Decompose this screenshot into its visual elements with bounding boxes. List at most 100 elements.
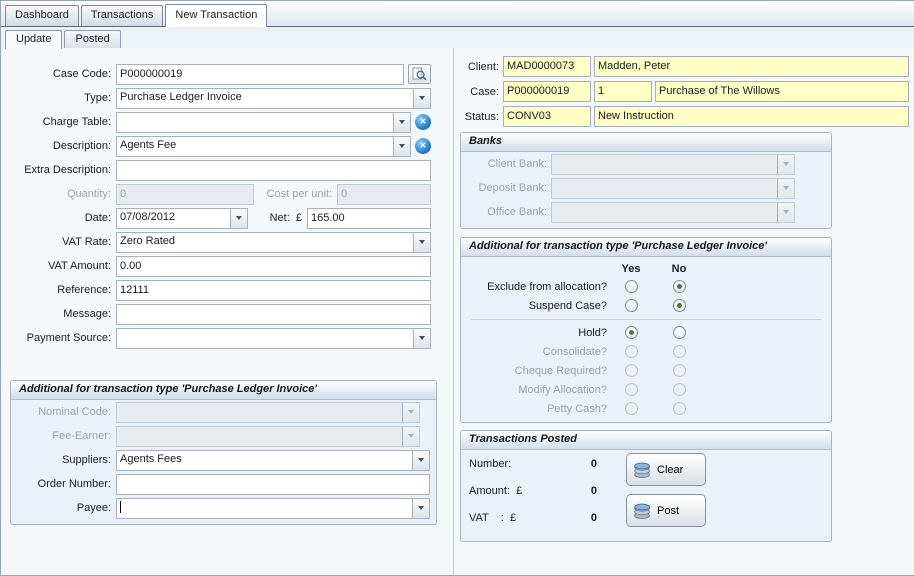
form-row-reference: Reference: <box>1 278 453 302</box>
message-input[interactable] <box>116 303 431 325</box>
payment-source-label: Payment Source: <box>26 332 111 344</box>
cost-per-unit-input <box>337 183 431 205</box>
deposit-bank-label: Deposit Bank: <box>478 182 547 194</box>
chevron-down-icon <box>402 402 419 422</box>
client-bank-row: Client Bank: <box>461 152 831 176</box>
net-input[interactable] <box>307 207 431 229</box>
clear-button[interactable]: Clear <box>626 453 706 486</box>
radio-no[interactable] <box>672 299 686 312</box>
yes-column-header: Yes <box>621 262 641 275</box>
form-row-description: Description: Agents Fee ✕ <box>1 134 453 158</box>
vat-rate-combo-value: Zero Rated <box>120 234 176 247</box>
tab-posted[interactable]: Posted <box>64 30 121 48</box>
status-code-field: CONV03 <box>503 106 591 127</box>
type-label: Type: <box>84 92 111 104</box>
status-info-row: Status: CONV03 New Instruction <box>457 104 912 129</box>
no-column-header: No <box>671 262 687 275</box>
vat-rate-combo[interactable]: Zero Rated <box>116 231 431 253</box>
radio-row-suspend-case: Suspend Case? <box>461 296 831 315</box>
chevron-down-icon[interactable] <box>413 88 430 108</box>
tab-new-transaction[interactable]: New Transaction <box>165 4 268 27</box>
payment-source-combo-value <box>117 329 413 348</box>
nominal-code-combo-value <box>117 403 402 422</box>
posted-vat-value: 0 <box>590 511 597 524</box>
radio-row-cheque-required: Cheque Required? <box>461 361 831 380</box>
payee-combo[interactable] <box>116 497 430 519</box>
posted-number-value: 0 <box>590 457 597 470</box>
chevron-down-icon <box>402 426 419 446</box>
payment-source-combo[interactable] <box>116 327 431 349</box>
case-code-label: Case Code: <box>52 68 111 80</box>
radio-row-label: Hold? <box>578 326 607 339</box>
posted-amount-value: 0 <box>590 484 597 497</box>
suppliers-combo[interactable]: Agents Fees <box>116 449 430 471</box>
date-combo[interactable]: 07/08/2012 <box>116 207 248 229</box>
post-button-label: Post <box>657 504 680 517</box>
radio-row-label: Cheque Required? <box>514 364 607 377</box>
case-code-input[interactable] <box>116 63 404 85</box>
radio-no <box>672 364 686 377</box>
chevron-down-icon <box>777 178 794 198</box>
chevron-down-icon[interactable] <box>393 136 410 156</box>
tab-transactions[interactable]: Transactions <box>80 5 164 26</box>
search-icon <box>412 67 427 81</box>
client-code-field: MAD0000073 <box>503 56 591 77</box>
charge-table-combo[interactable] <box>116 111 411 133</box>
tab-dashboard[interactable]: Dashboard <box>5 5 79 26</box>
date-label: Date: <box>84 212 111 224</box>
charge-table-clear-icon[interactable]: ✕ <box>415 114 431 130</box>
radio-row-label: Suspend Case? <box>528 299 607 312</box>
case-description-field: Purchase of The Willows <box>655 81 909 102</box>
radio-row-label: Exclude from allocation? <box>487 280 607 293</box>
net-label: Net: £ <box>269 212 302 224</box>
chevron-down-icon[interactable] <box>230 208 247 228</box>
charge-table-combo-value <box>117 113 393 132</box>
radio-yes <box>624 383 638 396</box>
deposit-bank-row: Deposit Bank: <box>461 176 831 200</box>
transaction-form-panel: Case Code: Type: Purchase Ledger Invoice <box>1 48 454 575</box>
description-label: Description: <box>52 140 111 152</box>
radio-no[interactable] <box>672 280 686 293</box>
vat-amount-input[interactable] <box>116 255 431 277</box>
radio-row-exclude-from-allocation: Exclude from allocation? <box>461 277 831 296</box>
extra-description-input[interactable] <box>116 159 431 181</box>
radio-yes[interactable] <box>624 299 638 312</box>
payee-combo-value <box>117 499 412 518</box>
suppliers-combo-value: Agents Fees <box>120 452 182 465</box>
case-label: Case: <box>470 85 499 98</box>
chevron-down-icon[interactable] <box>393 112 410 132</box>
additional-left-groupbox-title: Additional for transaction type 'Purchas… <box>11 381 436 400</box>
database-icon <box>634 462 650 478</box>
reference-input[interactable] <box>116 279 431 301</box>
message-label: Message: <box>63 308 111 320</box>
posted-vat-label: VAT : £ <box>469 511 517 524</box>
deposit-bank-combo-value <box>552 179 777 198</box>
posted-amount-label: Amount: £ <box>469 484 523 497</box>
case-code-lookup-button[interactable] <box>408 64 431 84</box>
radio-row-label: Petty Cash? <box>547 402 607 415</box>
description-clear-icon[interactable]: ✕ <box>415 138 431 154</box>
tab-update[interactable]: Update <box>5 30 63 49</box>
form-row-suppliers: Suppliers: Agents Fees <box>11 448 436 472</box>
deposit-bank-combo <box>551 177 795 199</box>
application-window: Dashboard Transactions New Transaction U… <box>0 0 914 576</box>
chevron-down-icon[interactable] <box>413 328 430 348</box>
radio-yes[interactable] <box>624 326 638 339</box>
radio-no[interactable] <box>672 326 686 339</box>
client-info-row: Client: MAD0000073 Madden, Peter <box>457 54 912 79</box>
chevron-down-icon[interactable] <box>412 498 429 518</box>
reference-label: Reference: <box>57 284 111 296</box>
post-button[interactable]: Post <box>626 494 706 527</box>
status-label: Status: <box>464 110 499 123</box>
quantity-input <box>116 183 254 205</box>
order-number-input[interactable] <box>116 473 430 495</box>
type-combo[interactable]: Purchase Ledger Invoice <box>116 87 431 109</box>
database-icon <box>634 503 650 519</box>
chevron-down-icon[interactable] <box>413 232 430 252</box>
chevron-down-icon[interactable] <box>412 450 429 470</box>
payee-label: Payee: <box>76 502 111 514</box>
description-combo[interactable]: Agents Fee <box>116 135 411 157</box>
form-row-type: Type: Purchase Ledger Invoice <box>1 86 453 110</box>
radio-yes[interactable] <box>624 280 638 293</box>
case-info-row: Case: P000000019 1 Purchase of The Willo… <box>457 79 912 104</box>
